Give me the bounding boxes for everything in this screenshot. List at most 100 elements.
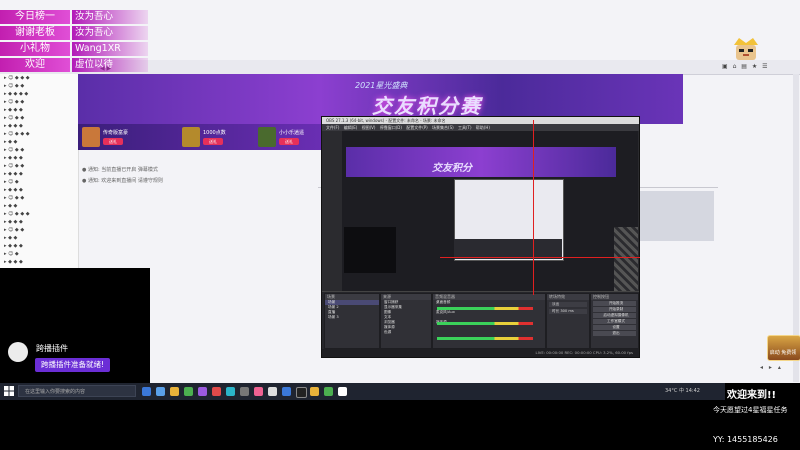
taskbar-search-input[interactable]: 在这里输入你要搜索的内容 <box>18 385 136 397</box>
list-item[interactable]: ▸ ◆ ◆ <box>0 234 78 242</box>
left-list-panel: ▸ ☺ ◆ ◆ ◆ ▸ ☺ ◆ ◆ ▸ ◆ ◆ ◆ ◆ ▸ ☺ ◆ ◆ ▸ ◆ … <box>0 74 79 274</box>
exit-button[interactable]: 退出 <box>593 331 636 336</box>
gift-label: 1000点数 <box>203 130 226 136</box>
free-gift-badge-icon[interactable] <box>767 335 800 361</box>
list-item[interactable]: ▸ ◆ ◆ ◆ <box>0 218 78 226</box>
list-item[interactable]: ▸ ☺ ◆ <box>0 250 78 258</box>
overlay-row: 今日榜一 汝为吾心 <box>0 10 148 24</box>
free-gift-badge-label: 启动 免费领 <box>769 350 797 356</box>
overlay-label: 欢迎 <box>0 58 70 72</box>
volume-meter <box>437 337 533 340</box>
settings-button[interactable]: 设置 <box>593 325 636 330</box>
transition-select[interactable]: 淡出 <box>549 302 587 307</box>
list-item[interactable]: ▸ ◆ ◆ ◆ <box>0 122 78 130</box>
list-item[interactable]: ▸ ☺ ◆ ◆ <box>0 194 78 202</box>
gift-item[interactable]: 小小乐逍遥 送礼 <box>258 127 316 147</box>
duration-field[interactable]: 时长 300 ms <box>549 309 587 314</box>
dock-header: 转场特效 <box>547 294 589 300</box>
list-item[interactable]: ▸ ☺ ◆ ◆ <box>0 98 78 106</box>
send-gift-button[interactable]: 送礼 <box>279 138 299 145</box>
obs-taskbar-icon[interactable] <box>296 387 307 398</box>
overlay-value: 虚位以待 <box>72 58 148 72</box>
task-text: 今天愿望过4星福星任务 <box>713 406 788 414</box>
stream-overlay-board: 今日榜一 汝为吾心 谢谢老板 汝为吾心 小礼物 Wang1XR 欢迎 虚位以待 <box>0 10 150 72</box>
gift-item[interactable]: 1000点数 送礼 <box>182 127 240 147</box>
chat-notice: ● 通知: 当前直播已开启 弹幕模式 <box>82 167 158 173</box>
taskbar-app-icon[interactable] <box>142 387 151 396</box>
virtual-camera-button[interactable]: 启动虚拟摄像机 <box>593 313 636 318</box>
start-recording-button[interactable]: 开始录制 <box>593 307 636 312</box>
obs-status-bar: LIVE: 00:00:00 REC: 00:00:00 CPU: 3.2%, … <box>322 349 639 357</box>
list-item[interactable]: ▸ ☺ ◆ ◆ ◆ <box>0 74 78 82</box>
gift-icon <box>258 127 276 147</box>
list-item[interactable]: ▸ ◆ ◆ ◆ <box>0 186 78 194</box>
plugin-ready-message: 跨播插件准备就绪! <box>35 358 111 372</box>
overlay-value: 汝为吾心 <box>72 10 148 24</box>
mixer-channel-label: 桌面音频 <box>436 300 451 304</box>
taskbar-app-icon[interactable] <box>240 387 249 396</box>
taskbar-app-icon[interactable] <box>226 387 235 396</box>
overlay-label: 小礼物 <box>0 42 70 56</box>
scroll-buttons[interactable]: ◂ ▸ ▴ <box>760 364 781 371</box>
toolbar-icons[interactable]: ▣ ⌂ ▤ ★ ☰ <box>722 63 768 70</box>
overlay-label: 今日榜一 <box>0 10 70 24</box>
scene-item[interactable]: 场景 3 <box>325 315 379 320</box>
start-streaming-button[interactable]: 开始推流 <box>593 301 636 306</box>
list-item[interactable]: ▸ ◆ ◆ ◆ <box>0 106 78 114</box>
gift-label: 传奇版富豪 <box>103 130 129 136</box>
windows-start-icon[interactable] <box>4 386 14 396</box>
taskbar-app-icon[interactable] <box>254 387 263 396</box>
taskbar-app-icon[interactable] <box>170 387 179 396</box>
preview-guide-line <box>533 120 534 295</box>
transitions-dock: 转场特效 淡出 时长 300 ms <box>546 293 590 349</box>
studio-mode-button[interactable]: 工作室模式 <box>593 319 636 324</box>
welcome-text: 欢迎来到!! <box>727 390 777 401</box>
list-item[interactable]: ▸ ☺ ◆ <box>0 178 78 186</box>
obs-preview-dark-panel <box>344 227 396 273</box>
obs-menu-bar[interactable]: 文件(F) 编辑(E) 视图(V) 停靠窗口(D) 配置文件(P) 场景集合(S… <box>322 124 639 131</box>
plugin-avatar <box>8 342 28 362</box>
obs-preview-banner <box>346 147 616 177</box>
taskbar-app-icon[interactable] <box>282 387 291 396</box>
gift-icon <box>182 127 200 147</box>
gift-icon <box>82 127 100 147</box>
list-item[interactable]: ▸ ☺ ◆ ◆ <box>0 114 78 122</box>
taskbar-app-icon[interactable] <box>338 387 347 396</box>
list-item[interactable]: ▸ ☺ ◆ ◆ ◆ <box>0 210 78 218</box>
list-item[interactable]: ▸ ◆ ◆ ◆ ◆ <box>0 90 78 98</box>
taskbar-app-icon[interactable] <box>310 387 319 396</box>
sources-dock: 来源 窗口捕获 显示器采集 图像 文本 浏览器 媒体源 色源 <box>380 293 432 349</box>
list-item[interactable]: ▸ ☺ ◆ ◆ <box>0 226 78 234</box>
list-item[interactable]: ▸ ◆ ◆ <box>0 138 78 146</box>
obs-title-bar: OBS 27.1.3 (64-bit, windows) - 配置文件: 未命名… <box>322 117 639 124</box>
audio-mixer-dock: 音频混音器 桌面音频 麦克风/Aux 媒体源 <box>432 293 546 349</box>
source-item[interactable]: 色源 <box>381 330 431 335</box>
taskbar-app-icon[interactable] <box>212 387 221 396</box>
taskbar-app-icon[interactable] <box>184 387 193 396</box>
list-item[interactable]: ▸ ☺ ◆ ◆ ◆ <box>0 130 78 138</box>
obs-diagonal-stripes <box>614 227 638 291</box>
gift-item[interactable]: 传奇版富豪 送礼 <box>82 127 140 147</box>
taskbar-app-icon[interactable] <box>268 387 277 396</box>
list-item[interactable]: ▸ ◆ ◆ ◆ <box>0 154 78 162</box>
taskbar-app-icon[interactable] <box>324 387 333 396</box>
gift-strip: 传奇版富豪 送礼 1000点数 送礼 小小乐逍遥 送礼 <box>78 124 338 150</box>
list-item[interactable]: ▸ ◆ ◆ ◆ <box>0 242 78 250</box>
obs-preview-title: 交友积分 <box>432 163 472 174</box>
list-item[interactable]: ▸ ◆ ◆ <box>0 202 78 210</box>
taskbar-app-icon[interactable] <box>198 387 207 396</box>
system-tray[interactable]: 34°C 中 14:42 <box>665 387 700 394</box>
gift-label: 小小乐逍遥 <box>279 130 305 136</box>
list-item[interactable]: ▸ ☺ ◆ ◆ <box>0 82 78 90</box>
taskbar-app-icon[interactable] <box>156 387 165 396</box>
volume-meter <box>437 322 533 325</box>
list-item[interactable]: ▸ ☺ ◆ ◆ <box>0 146 78 154</box>
list-item[interactable]: ▸ ◆ ◆ ◆ <box>0 258 78 266</box>
send-gift-button[interactable]: 送礼 <box>103 138 123 145</box>
send-gift-button[interactable]: 送礼 <box>203 138 223 145</box>
list-item[interactable]: ▸ ☺ ◆ ◆ <box>0 162 78 170</box>
banner-title: 交友积分赛 <box>372 94 482 118</box>
yy-id: YY: 1455185426 <box>713 435 778 444</box>
dock-header: 控制按钮 <box>591 294 638 300</box>
list-item[interactable]: ▸ ◆ ◆ ◆ <box>0 170 78 178</box>
